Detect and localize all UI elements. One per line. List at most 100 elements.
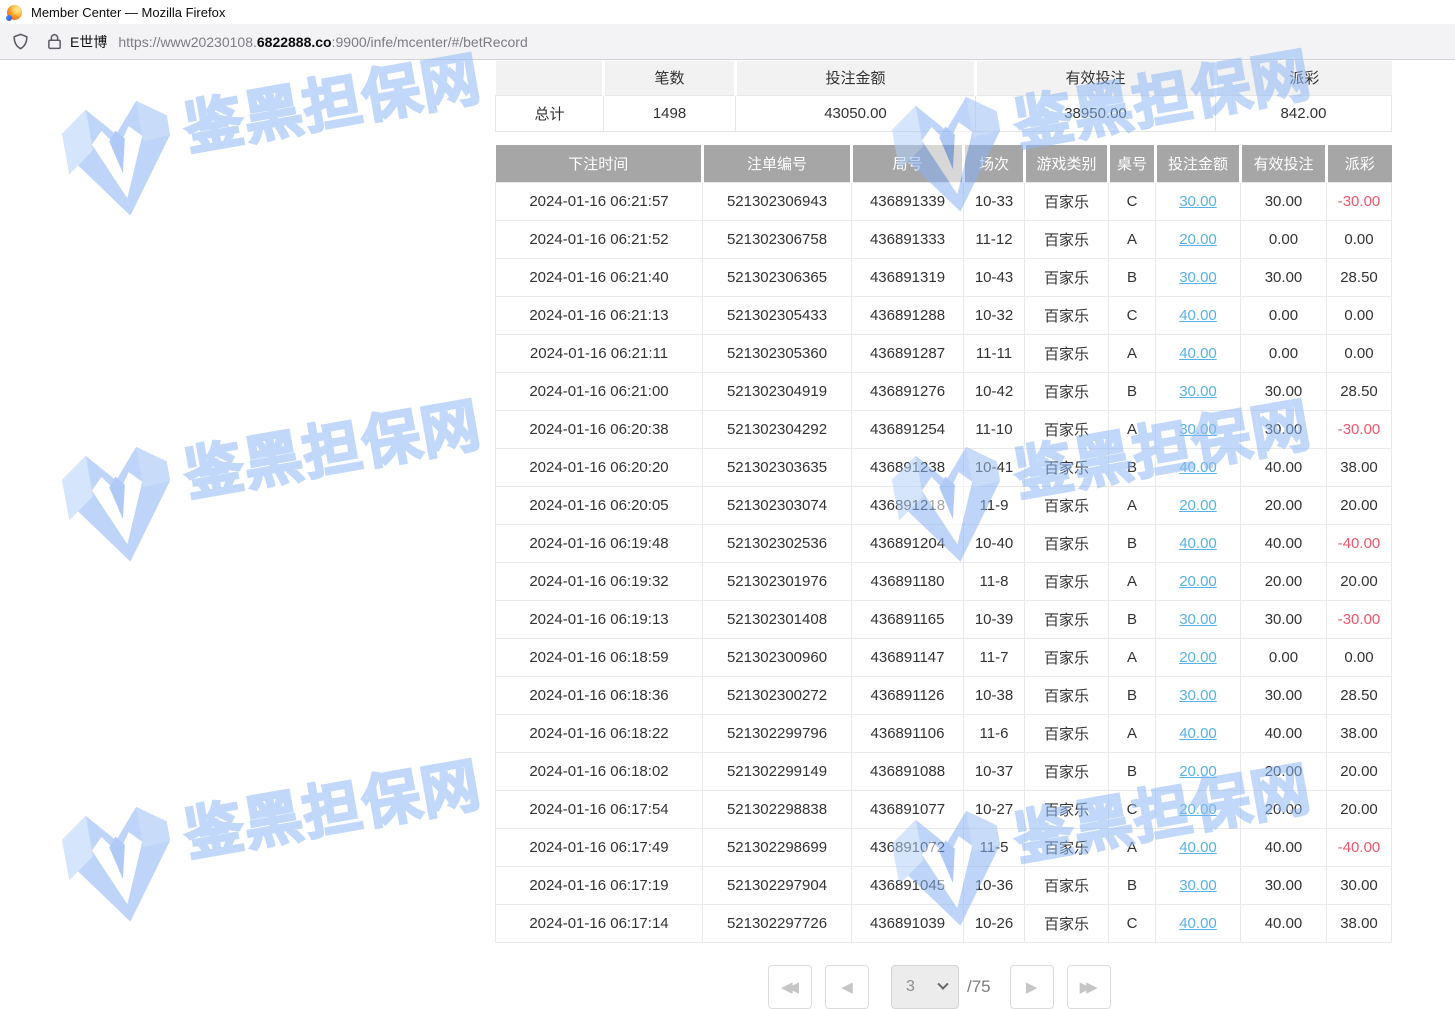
session-cell: 10-36 (964, 866, 1025, 904)
last-page-button[interactable]: ▶▶ (1067, 965, 1111, 1009)
shield-icon[interactable] (11, 32, 30, 51)
bet-number-cell: 521302304292 (703, 410, 852, 448)
table-number-cell: C (1109, 790, 1156, 828)
first-page-button[interactable]: ◀◀ (768, 965, 812, 1009)
bet-amount-link[interactable]: 40.00 (1179, 307, 1217, 324)
column-header: 派彩 (1327, 145, 1392, 182)
bet-amount-link[interactable]: 30.00 (1179, 687, 1217, 704)
chevron-down-icon (937, 979, 948, 990)
summary-cell: 1498 (604, 95, 736, 131)
bet-amount-link[interactable]: 30.00 (1179, 611, 1217, 628)
round-number-cell: 436891045 (852, 866, 964, 904)
url-bar[interactable]: E世博 https://www20230108.6822888.co:9900/… (0, 24, 1455, 60)
game-type-cell: 百家乐 (1025, 676, 1109, 714)
bet-record-page: 笔数投注金额有效投注派彩 总计149843050.0038950.00842.0… (0, 60, 1455, 996)
bet-time-cell: 2024-01-16 06:19:32 (496, 562, 703, 600)
summary-column-header: 有效投注 (976, 61, 1216, 95)
table-row: 2024-01-16 06:18:02521302299149436891088… (496, 752, 1392, 790)
game-type-cell: 百家乐 (1025, 638, 1109, 676)
session-cell: 10-26 (964, 904, 1025, 942)
game-type-cell: 百家乐 (1025, 790, 1109, 828)
bet-amount-link[interactable]: 30.00 (1179, 269, 1217, 286)
payout-cell: 28.50 (1327, 676, 1392, 714)
url-prefix: https://www20230108. (118, 34, 257, 50)
bet-amount-link[interactable]: 40.00 (1179, 839, 1217, 856)
bet-amount-link[interactable]: 20.00 (1179, 801, 1217, 818)
round-number-cell: 436891204 (852, 524, 964, 562)
round-number-cell: 436891238 (852, 448, 964, 486)
table-number-cell: A (1109, 828, 1156, 866)
summary-cell: 842.00 (1216, 95, 1392, 131)
session-cell: 11-11 (964, 334, 1025, 372)
table-row: 2024-01-16 06:19:13521302301408436891165… (496, 600, 1392, 638)
payout-cell: 28.50 (1327, 258, 1392, 296)
bet-amount-link[interactable]: 30.00 (1179, 877, 1217, 894)
bet-amount-cell: 40.00 (1156, 524, 1241, 562)
page-select-value: 3 (906, 978, 915, 996)
summary-column-header: 笔数 (604, 61, 736, 95)
bet-number-cell: 521302306758 (703, 220, 852, 258)
bet-amount-link[interactable]: 30.00 (1179, 421, 1217, 438)
url-domain: 6822888.co (257, 34, 332, 50)
valid-bet-cell: 30.00 (1241, 676, 1327, 714)
bet-amount-link[interactable]: 40.00 (1179, 459, 1217, 476)
round-number-cell: 436891088 (852, 752, 964, 790)
table-row: 2024-01-16 06:21:40521302306365436891319… (496, 258, 1392, 296)
bet-amount-cell: 20.00 (1156, 638, 1241, 676)
site-label: E世博 (70, 32, 107, 52)
bet-time-cell: 2024-01-16 06:18:22 (496, 714, 703, 752)
bet-amount-link[interactable]: 40.00 (1179, 915, 1217, 932)
left-arrow-icon: ◀ (841, 978, 853, 996)
table-row: 2024-01-16 06:18:36521302300272436891126… (496, 676, 1392, 714)
bet-amount-link[interactable]: 20.00 (1179, 649, 1217, 666)
prev-page-button[interactable]: ◀ (825, 965, 869, 1009)
bet-amount-cell: 40.00 (1156, 448, 1241, 486)
url-text[interactable]: https://www20230108.6822888.co:9900/infe… (118, 34, 527, 50)
valid-bet-cell: 0.00 (1241, 334, 1327, 372)
bet-amount-link[interactable]: 20.00 (1179, 231, 1217, 248)
bet-time-cell: 2024-01-16 06:19:13 (496, 600, 703, 638)
table-number-cell: B (1109, 866, 1156, 904)
page-select[interactable]: 3 (891, 965, 959, 1009)
bet-amount-link[interactable]: 40.00 (1179, 345, 1217, 362)
session-cell: 10-39 (964, 600, 1025, 638)
valid-bet-cell: 40.00 (1241, 828, 1327, 866)
bet-amount-link[interactable]: 20.00 (1179, 763, 1217, 780)
table-row: 2024-01-16 06:19:32521302301976436891180… (496, 562, 1392, 600)
table-number-cell: C (1109, 182, 1156, 220)
bet-number-cell: 521302306365 (703, 258, 852, 296)
column-header: 注单编号 (703, 145, 852, 182)
table-number-cell: B (1109, 676, 1156, 714)
bet-amount-cell: 40.00 (1156, 334, 1241, 372)
bet-time-cell: 2024-01-16 06:20:20 (496, 448, 703, 486)
next-page-button[interactable]: ▶ (1010, 965, 1054, 1009)
bet-time-cell: 2024-01-16 06:21:13 (496, 296, 703, 334)
payout-cell: 30.00 (1327, 866, 1392, 904)
column-header: 局号 (852, 145, 964, 182)
summary-column-header (496, 61, 604, 95)
bet-number-cell: 521302306943 (703, 182, 852, 220)
round-number-cell: 436891126 (852, 676, 964, 714)
column-header: 桌号 (1109, 145, 1156, 182)
table-number-cell: A (1109, 562, 1156, 600)
window-title: Member Center — Mozilla Firefox (31, 5, 225, 20)
bet-amount-link[interactable]: 40.00 (1179, 535, 1217, 552)
session-cell: 10-27 (964, 790, 1025, 828)
bet-amount-link[interactable]: 40.00 (1179, 725, 1217, 742)
bet-amount-link[interactable]: 30.00 (1179, 193, 1217, 210)
right-arrow-icon: ▶ (1026, 978, 1038, 996)
lock-icon[interactable] (47, 33, 62, 50)
bet-amount-link[interactable]: 30.00 (1179, 383, 1217, 400)
round-number-cell: 436891077 (852, 790, 964, 828)
bet-amount-link[interactable]: 20.00 (1179, 497, 1217, 514)
payout-cell: -40.00 (1327, 524, 1392, 562)
table-row: 2024-01-16 06:17:49521302298699436891072… (496, 828, 1392, 866)
valid-bet-cell: 40.00 (1241, 448, 1327, 486)
round-number-cell: 436891218 (852, 486, 964, 524)
valid-bet-cell: 30.00 (1241, 258, 1327, 296)
bet-amount-link[interactable]: 20.00 (1179, 573, 1217, 590)
round-number-cell: 436891339 (852, 182, 964, 220)
column-header: 场次 (964, 145, 1025, 182)
column-header: 投注金额 (1156, 145, 1241, 182)
table-number-cell: A (1109, 220, 1156, 258)
